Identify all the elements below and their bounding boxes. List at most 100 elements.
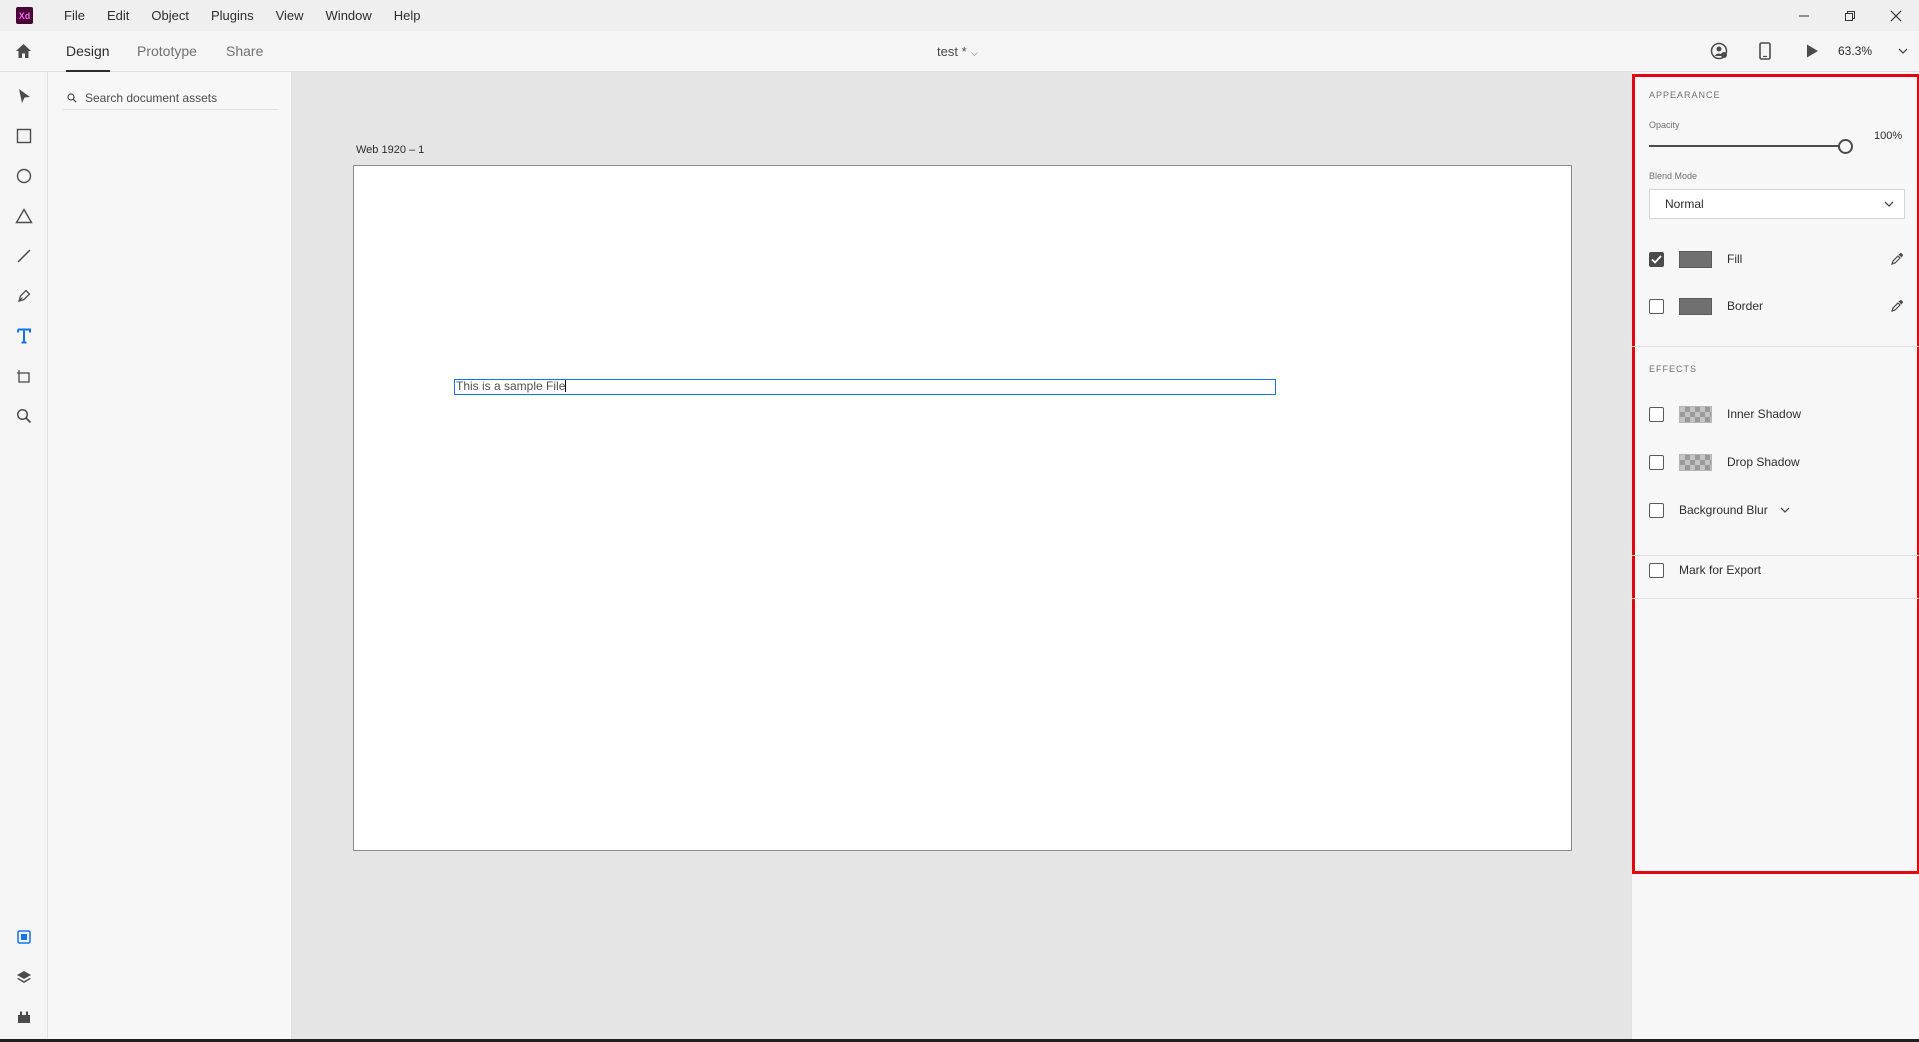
plugins-icon bbox=[18, 1011, 30, 1023]
border-row: Border bbox=[1649, 294, 1905, 318]
minimize-icon bbox=[1799, 15, 1809, 16]
chevron-down-icon bbox=[1884, 201, 1894, 207]
mode-tab-bar: Design Prototype Share test * ⌵ 63.3% bbox=[0, 31, 1919, 72]
document-title: test * bbox=[937, 44, 967, 59]
play-icon bbox=[1807, 44, 1818, 58]
select-tool[interactable] bbox=[12, 84, 36, 108]
eyedropper-icon bbox=[1891, 252, 1904, 265]
menu-plugins[interactable]: Plugins bbox=[200, 0, 265, 31]
tab-prototype[interactable]: Prototype bbox=[137, 31, 197, 72]
mobile-preview-button[interactable] bbox=[1755, 41, 1775, 61]
inner-shadow-swatch[interactable] bbox=[1679, 405, 1712, 423]
text-tool[interactable] bbox=[12, 324, 36, 348]
section-divider bbox=[1632, 555, 1919, 556]
section-divider bbox=[1632, 346, 1919, 347]
menu-window[interactable]: Window bbox=[315, 0, 383, 31]
menu-help[interactable]: Help bbox=[383, 0, 432, 31]
inner-shadow-checkbox[interactable] bbox=[1649, 406, 1664, 422]
zoom-dropdown-button[interactable] bbox=[1895, 41, 1911, 61]
section-divider bbox=[1632, 598, 1919, 599]
assets-panel bbox=[48, 72, 292, 1042]
close-button[interactable] bbox=[1873, 0, 1919, 31]
drop-shadow-checkbox[interactable] bbox=[1649, 454, 1664, 470]
menu-view[interactable]: View bbox=[265, 0, 315, 31]
design-canvas[interactable]: Web 1920 – 1 This is a sample File bbox=[292, 72, 1631, 1042]
restore-icon bbox=[1845, 10, 1855, 21]
artboard-title[interactable]: Web 1920 – 1 bbox=[356, 144, 424, 156]
zoom-icon bbox=[16, 408, 32, 424]
opacity-slider-track[interactable] bbox=[1649, 145, 1845, 147]
zoom-tool[interactable] bbox=[12, 404, 36, 428]
zoom-level[interactable]: 63.3% bbox=[1838, 31, 1872, 72]
document-title-dropdown[interactable]: test * ⌵ bbox=[937, 31, 978, 74]
background-blur-checkbox[interactable] bbox=[1649, 502, 1664, 518]
artboard-tool[interactable] bbox=[12, 364, 36, 388]
border-color-swatch[interactable] bbox=[1679, 297, 1712, 315]
mark-for-export-label: Mark for Export bbox=[1679, 563, 1762, 577]
drop-shadow-swatch[interactable] bbox=[1679, 453, 1712, 471]
search-icon bbox=[65, 91, 79, 105]
polygon-tool[interactable] bbox=[12, 204, 36, 228]
fill-label: Fill bbox=[1727, 252, 1743, 266]
artboard-icon bbox=[17, 370, 30, 383]
text-layer-selected[interactable]: This is a sample File bbox=[454, 379, 1276, 395]
opacity-label: Opacity bbox=[1649, 120, 1680, 130]
pen-tool[interactable] bbox=[12, 284, 36, 308]
text-caret bbox=[565, 380, 567, 392]
fill-color-swatch[interactable] bbox=[1679, 250, 1712, 268]
opacity-slider-thumb[interactable] bbox=[1838, 139, 1853, 154]
property-inspector: APPEARANCE Opacity 100% Blend Mode Norma… bbox=[1631, 72, 1919, 1042]
menu-edit[interactable]: Edit bbox=[96, 0, 140, 31]
home-button[interactable] bbox=[13, 41, 33, 61]
assets-panel-button[interactable] bbox=[12, 925, 36, 949]
close-icon bbox=[1890, 10, 1902, 21]
opacity-value[interactable]: 100% bbox=[1874, 130, 1902, 142]
restore-button[interactable] bbox=[1827, 0, 1873, 31]
tab-share[interactable]: Share bbox=[226, 31, 263, 72]
background-blur-dropdown[interactable] bbox=[1780, 505, 1790, 515]
fill-checkbox[interactable] bbox=[1649, 251, 1664, 267]
border-checkbox[interactable] bbox=[1649, 298, 1664, 314]
rectangle-icon bbox=[16, 128, 32, 144]
line-icon bbox=[17, 249, 31, 263]
menu-file[interactable]: File bbox=[53, 0, 96, 31]
blend-mode-value: Normal bbox=[1665, 197, 1704, 211]
user-invite-icon bbox=[1710, 42, 1728, 60]
select-icon bbox=[19, 89, 30, 103]
xd-logo: Xd bbox=[16, 7, 33, 24]
text-layer-content: This is a sample File bbox=[456, 379, 566, 393]
blend-mode-label: Blend Mode bbox=[1649, 171, 1698, 181]
text-icon bbox=[17, 328, 31, 344]
tab-design[interactable]: Design bbox=[66, 31, 110, 72]
asset-search-bar bbox=[63, 86, 278, 110]
inner-shadow-label: Inner Shadow bbox=[1727, 407, 1802, 421]
appearance-section-title: APPEARANCE bbox=[1649, 90, 1721, 100]
effects-section-title: EFFECTS bbox=[1649, 364, 1698, 374]
layers-panel-button[interactable] bbox=[12, 965, 36, 989]
plugins-panel-button[interactable] bbox=[12, 1005, 36, 1029]
assets-icon bbox=[17, 930, 31, 944]
inner-shadow-row: Inner Shadow bbox=[1649, 402, 1905, 426]
border-label: Border bbox=[1727, 299, 1764, 313]
line-tool[interactable] bbox=[12, 244, 36, 268]
minimize-button[interactable] bbox=[1781, 0, 1827, 31]
chevron-down-icon: ⌵ bbox=[970, 48, 979, 59]
coediting-button[interactable] bbox=[1709, 41, 1729, 61]
drop-shadow-row: Drop Shadow bbox=[1649, 450, 1905, 474]
asset-search-input[interactable] bbox=[85, 90, 265, 105]
ellipse-icon bbox=[16, 168, 32, 184]
menu-object[interactable]: Object bbox=[140, 0, 200, 31]
artboard[interactable]: This is a sample File bbox=[353, 165, 1572, 851]
rectangle-tool[interactable] bbox=[12, 124, 36, 148]
background-blur-row: Background Blur bbox=[1649, 498, 1905, 522]
ellipse-tool[interactable] bbox=[12, 164, 36, 188]
menu-bar: Xd File Edit Object Plugins View Window … bbox=[0, 0, 1919, 31]
border-eyedropper-button[interactable] bbox=[1889, 298, 1905, 314]
desktop-preview-button[interactable] bbox=[1802, 41, 1822, 61]
blend-mode-select[interactable]: Normal bbox=[1649, 189, 1905, 219]
eyedropper-icon bbox=[1891, 299, 1904, 312]
checkmark-icon bbox=[1651, 254, 1662, 264]
fill-eyedropper-button[interactable] bbox=[1889, 251, 1905, 267]
mark-for-export-checkbox[interactable] bbox=[1649, 562, 1664, 578]
fill-row: Fill bbox=[1649, 247, 1905, 271]
